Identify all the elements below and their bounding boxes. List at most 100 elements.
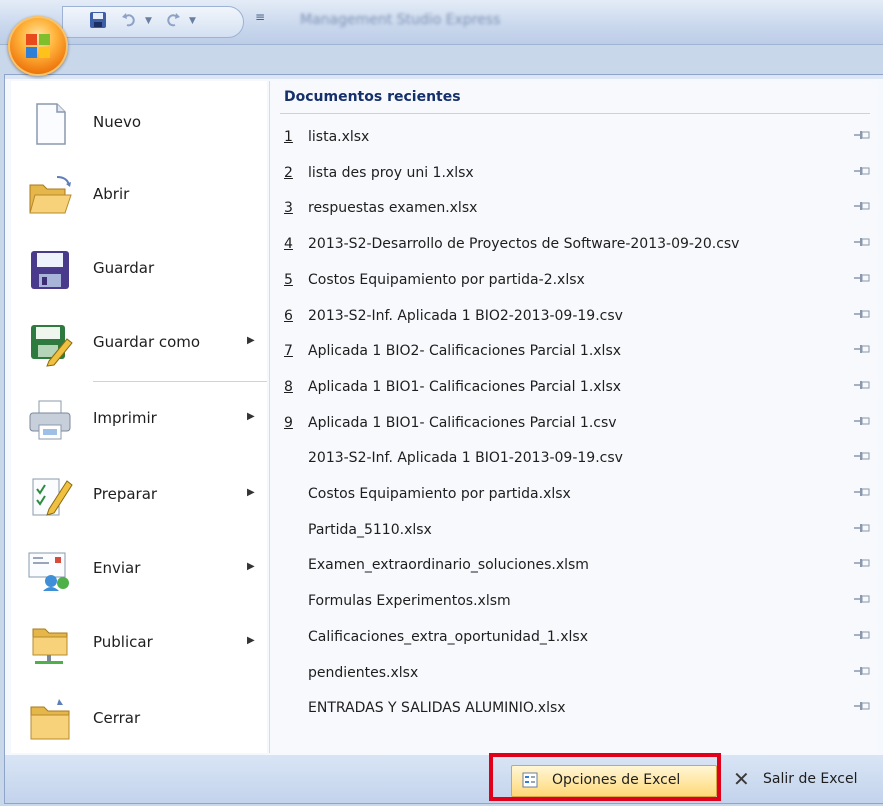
close-icon: ✕ <box>733 767 750 791</box>
pin-icon[interactable] <box>854 665 870 677</box>
recent-documents-title: Documentos recientes <box>284 89 461 105</box>
submenu-arrow-icon: ▶ <box>247 487 255 498</box>
customize-toolbar-icon[interactable]: ≡ <box>255 10 265 24</box>
pin-icon[interactable] <box>854 236 870 248</box>
recent-document-item[interactable]: Examen_extraordinario_soluciones.xlsm <box>284 547 876 581</box>
recent-document-number: 4 <box>284 236 293 253</box>
command-label: Preparar <box>93 485 158 503</box>
office-menu: Nuevo Abrir Guardar Guardar como ▶ Impri… <box>4 74 883 804</box>
menu-footer: Opciones de Excel ✕ Salir de Excel <box>5 755 883 803</box>
command-publish[interactable]: Publicar ▶ <box>11 609 267 679</box>
recent-document-number: 5 <box>284 271 293 288</box>
recent-document-number: 6 <box>284 307 293 324</box>
pin-icon[interactable] <box>854 200 870 212</box>
undo-dropdown-icon[interactable]: ▼ <box>145 16 152 26</box>
recent-document-number: 8 <box>284 378 293 395</box>
publish-icon <box>32 628 68 664</box>
exit-excel-label: Salir de Excel <box>763 771 858 787</box>
recent-document-name: Aplicada 1 BIO1- Calificaciones Parcial … <box>308 378 622 395</box>
recent-document-name: Costos Equipamiento por partida-2.xlsx <box>308 271 585 288</box>
open-folder-icon <box>29 176 72 214</box>
command-label: Guardar como <box>93 333 201 351</box>
pin-icon[interactable] <box>854 593 870 605</box>
pin-icon[interactable] <box>854 415 870 427</box>
recent-document-number: 7 <box>284 343 293 360</box>
command-label: Publicar <box>93 633 153 651</box>
recent-document-item[interactable]: 1 lista.xlsx <box>284 119 876 153</box>
recent-document-name: lista.xlsx <box>308 129 370 145</box>
recent-document-name: pendientes.xlsx <box>308 664 419 681</box>
command-label: Enviar <box>93 559 141 577</box>
pin-icon[interactable] <box>854 308 870 320</box>
recent-document-item[interactable]: ENTRADAS Y SALIDAS ALUMINIO.xlsx <box>284 690 876 724</box>
command-label: Cerrar <box>93 709 141 727</box>
pin-icon[interactable] <box>854 629 870 641</box>
command-save-as[interactable]: Guardar como ▶ <box>11 309 267 379</box>
undo-icon[interactable] <box>121 11 137 31</box>
recent-document-name: 2013-S2-Inf. Aplicada 1 BIO2-2013-09-19.… <box>308 307 623 324</box>
recent-document-item[interactable]: Calificaciones_extra_oportunidad_1.xlsx <box>284 619 876 653</box>
command-close[interactable]: Cerrar <box>11 685 267 755</box>
recent-document-item[interactable]: Partida_5110.xlsx <box>284 512 876 546</box>
command-new[interactable]: Nuevo <box>11 89 267 159</box>
submenu-arrow-icon: ▶ <box>247 335 255 346</box>
pin-icon[interactable] <box>854 450 870 462</box>
command-save[interactable]: Guardar <box>11 235 267 305</box>
command-print[interactable]: Imprimir ▶ <box>11 385 267 455</box>
highlight-box <box>489 753 721 801</box>
pin-icon[interactable] <box>854 522 870 534</box>
recent-document-item[interactable]: 4 2013-S2-Desarrollo de Proyectos de Soft… <box>284 226 876 260</box>
save-icon[interactable] <box>89 11 107 31</box>
recent-document-item[interactable]: 2 lista des proy uni 1.xlsx <box>284 155 876 189</box>
recent-document-name: 2013-S2-Inf. Aplicada 1 BIO1-2013-09-19.… <box>308 450 623 467</box>
command-send[interactable]: Enviar ▶ <box>11 535 267 605</box>
recent-document-name: Formulas Experimentos.xlsm <box>308 593 511 610</box>
title-bar: ▼ ▼ ≡ Management Studio Express <box>0 0 883 45</box>
recent-document-item[interactable]: 7 Aplicada 1 BIO2- Calificaciones Parcial… <box>284 333 876 367</box>
pin-icon[interactable] <box>854 129 870 141</box>
pin-icon[interactable] <box>854 379 870 391</box>
recent-document-number: 2 <box>284 164 293 181</box>
close-folder-icon <box>30 699 70 740</box>
recent-document-item[interactable]: Formulas Experimentos.xlsm <box>284 583 876 617</box>
redo-dropdown-icon[interactable]: ▼ <box>189 16 196 26</box>
recent-document-item[interactable]: 3 respuestas examen.xlsx <box>284 190 876 224</box>
command-open[interactable]: Abrir <box>11 161 267 231</box>
command-label: Imprimir <box>93 409 157 427</box>
recent-document-number: 3 <box>284 200 293 217</box>
recent-document-item[interactable]: 6 2013-S2-Inf. Aplicada 1 BIO2-2013-09-19… <box>284 298 876 332</box>
recent-document-name: 2013-S2-Desarrollo de Proyectos de Softw… <box>308 236 740 253</box>
recent-document-number: 9 <box>284 414 293 431</box>
recent-document-name: Costos Equipamiento por partida.xlsx <box>308 486 571 502</box>
pin-icon[interactable] <box>854 486 870 498</box>
menu-top-strip <box>5 75 883 79</box>
office-button[interactable] <box>8 16 68 76</box>
recent-document-name: Examen_extraordinario_soluciones.xlsm <box>308 557 589 574</box>
pin-icon[interactable] <box>854 343 870 355</box>
pin-icon[interactable] <box>854 272 870 284</box>
submenu-arrow-icon: ▶ <box>247 561 255 572</box>
recent-document-item[interactable]: Costos Equipamiento por partida.xlsx <box>284 476 876 510</box>
submenu-arrow-icon: ▶ <box>247 635 255 646</box>
recent-documents-pane: Documentos recientes 1 lista.xlsx 2 lista d… <box>269 81 878 753</box>
recent-document-item[interactable]: 9 Aplicada 1 BIO1- Calificaciones Parcial… <box>284 405 876 439</box>
recent-document-name: lista des proy uni 1.xlsx <box>308 164 474 181</box>
recent-document-name: Calificaciones_extra_oportunidad_1.xlsx <box>308 628 588 645</box>
submenu-arrow-icon: ▶ <box>247 411 255 422</box>
command-prepare[interactable]: Preparar ▶ <box>11 461 267 531</box>
recent-title-separator <box>280 113 870 114</box>
recent-document-name: ENTRADAS Y SALIDAS ALUMINIO.xlsx <box>308 700 566 717</box>
recent-document-item[interactable]: 2013-S2-Inf. Aplicada 1 BIO1-2013-09-19.… <box>284 440 876 474</box>
redo-icon[interactable] <box>165 11 181 31</box>
pin-icon[interactable] <box>854 700 870 712</box>
send-icon <box>28 552 69 591</box>
recent-document-item[interactable]: 8 Aplicada 1 BIO1- Calificaciones Parcial… <box>284 369 876 403</box>
pin-icon[interactable] <box>854 557 870 569</box>
save-disk-icon <box>31 251 69 289</box>
menu-separator <box>93 381 267 382</box>
pin-icon[interactable] <box>854 165 870 177</box>
recent-document-item[interactable]: pendientes.xlsx <box>284 655 876 689</box>
recent-document-item[interactable]: 5 Costos Equipamiento por partida-2.xlsx <box>284 262 876 296</box>
exit-excel-button[interactable]: ✕ Salir de Excel <box>729 765 879 795</box>
recent-document-name: Partida_5110.xlsx <box>308 521 432 538</box>
